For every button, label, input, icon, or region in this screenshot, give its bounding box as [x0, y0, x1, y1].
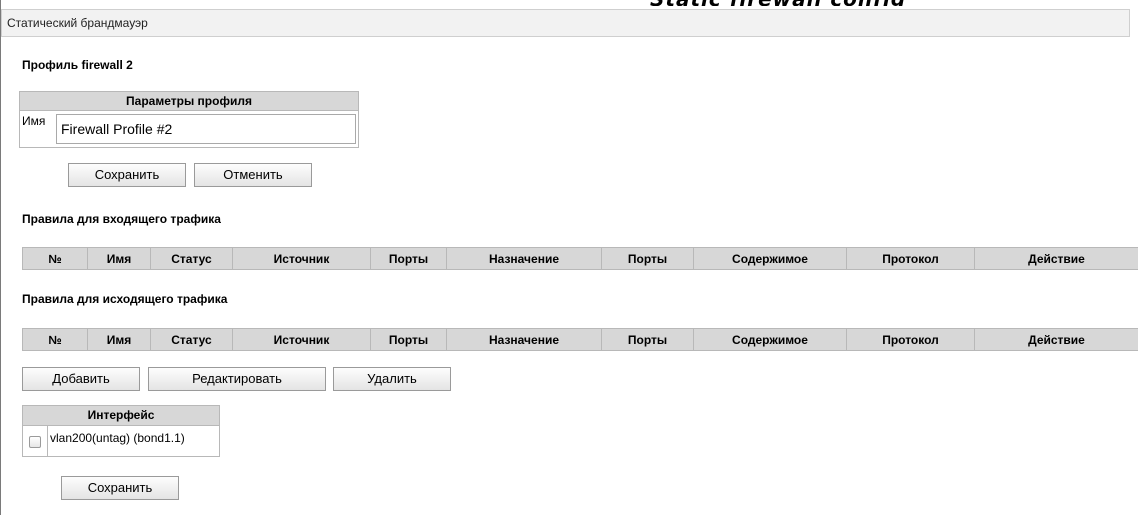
col-source-ports: Порты: [370, 328, 447, 351]
profile-cancel-button[interactable]: Отменить: [194, 163, 312, 187]
col-source-ports: Порты: [370, 247, 447, 270]
col-destination: Назначение: [446, 247, 602, 270]
interface-label: vlan200(untag) (bond1.1): [50, 431, 185, 445]
profile-save-button[interactable]: Сохранить: [68, 163, 186, 187]
edit-rule-button[interactable]: Редактировать: [148, 367, 326, 391]
profile-params-header: Параметры профиля: [20, 92, 358, 111]
col-content: Содержимое: [693, 328, 847, 351]
col-status: Статус: [150, 328, 233, 351]
window-title: Статический брандмауэр: [1, 9, 1130, 37]
profile-params-panel: Параметры профиля Имя: [19, 91, 359, 148]
profile-heading: Профиль firewall 2: [22, 58, 133, 72]
col-action: Действие: [974, 328, 1138, 351]
interface-save-button[interactable]: Сохранить: [61, 476, 179, 500]
col-status: Статус: [150, 247, 233, 270]
add-rule-button[interactable]: Добавить: [22, 367, 140, 391]
col-protocol: Протокол: [846, 247, 975, 270]
col-source: Источник: [232, 328, 371, 351]
outgoing-rules-heading: Правила для исходящего трафика: [22, 292, 228, 306]
interface-panel: Интерфейс vlan200(untag) (bond1.1): [22, 405, 220, 457]
interface-checkbox[interactable]: [29, 436, 41, 448]
delete-rule-button[interactable]: Удалить: [333, 367, 451, 391]
col-number: №: [22, 247, 88, 270]
col-name: Имя: [87, 247, 151, 270]
col-destination: Назначение: [446, 328, 602, 351]
col-action: Действие: [974, 247, 1138, 270]
interface-row: vlan200(untag) (bond1.1): [23, 426, 219, 456]
col-number: №: [22, 328, 88, 351]
col-content: Содержимое: [693, 247, 847, 270]
col-name: Имя: [87, 328, 151, 351]
interface-row-divider: [47, 426, 48, 456]
profile-name-input[interactable]: [56, 114, 356, 144]
profile-name-label: Имя: [22, 114, 46, 128]
incoming-rules-heading: Правила для входящего трафика: [22, 212, 221, 226]
col-destination-ports: Порты: [601, 328, 694, 351]
col-source: Источник: [232, 247, 371, 270]
incoming-rules-table: № Имя Статус Источник Порты Назначение П…: [22, 247, 1138, 270]
cropped-document-caption: Static firewall config: [0, 0, 1138, 6]
col-protocol: Протокол: [846, 328, 975, 351]
col-destination-ports: Порты: [601, 247, 694, 270]
interface-header: Интерфейс: [23, 406, 219, 426]
outgoing-rules-table: № Имя Статус Источник Порты Назначение П…: [22, 328, 1138, 351]
